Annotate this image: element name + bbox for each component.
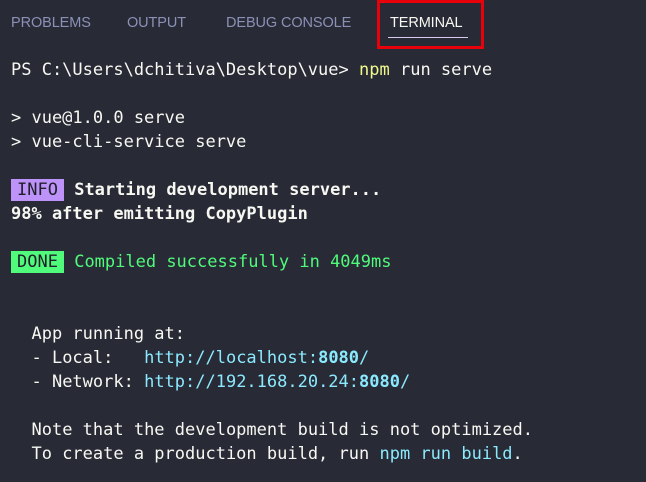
done-text: Compiled successfully in 4049ms	[74, 252, 392, 272]
info-line: INFO Starting development server...	[11, 178, 641, 202]
network-port: 8080	[359, 372, 400, 392]
local-url-suffix: /	[359, 348, 370, 368]
local-label: - Local:	[31, 348, 145, 368]
tab-output[interactable]: OUTPUT	[127, 15, 186, 31]
terminal-output[interactable]: PS C:\Users\dchitiva\Desktop\vue> npm ru…	[11, 58, 641, 466]
tab-terminal[interactable]: TERMINAL	[390, 15, 463, 31]
network-url-suffix: /	[399, 372, 411, 392]
shell-prompt: PS C:\Users\dchitiva\Desktop\vue>	[11, 60, 349, 80]
command-line: PS C:\Users\dchitiva\Desktop\vue> npm ru…	[11, 58, 641, 82]
done-line: DONE Compiled successfully in 4049ms	[11, 250, 641, 274]
active-tab-indicator	[388, 37, 468, 38]
build-command: npm run build	[379, 444, 513, 464]
app-running-line: App running at:	[11, 322, 641, 346]
note-line: To create a production build, run npm ru…	[11, 442, 641, 466]
note-text-2-suffix: .	[512, 444, 523, 464]
local-url[interactable]: http://localhost:8080/	[144, 348, 369, 368]
panel-tab-bar: PROBLEMS OUTPUT DEBUG CONSOLE TERMINAL	[0, 0, 646, 50]
info-badge: INFO	[11, 179, 64, 201]
note-line: Note that the development build is not o…	[11, 418, 641, 442]
local-url-prefix: http://localhost:	[144, 348, 319, 368]
network-label: - Network:	[31, 372, 145, 392]
command-args: run serve	[399, 60, 493, 80]
network-url-prefix: http://192.168.20.24:	[144, 372, 360, 392]
tab-problems[interactable]: PROBLEMS	[11, 15, 91, 31]
note-text-1: Note that the development build is not o…	[31, 420, 533, 440]
app-running-text: App running at:	[31, 324, 186, 344]
info-text: Starting development server...	[74, 180, 382, 200]
network-url[interactable]: http://192.168.20.24:8080/	[144, 372, 410, 392]
tab-debug-console[interactable]: DEBUG CONSOLE	[226, 15, 351, 31]
local-url-line: - Local: http://localhost:8080/	[11, 346, 641, 370]
progress-line: 98% after emitting CopyPlugin	[11, 204, 308, 224]
command-binary: npm	[359, 60, 390, 80]
local-port: 8080	[318, 348, 360, 368]
script-line: > vue-cli-service serve	[11, 132, 247, 152]
network-url-line: - Network: http://192.168.20.24:8080/	[11, 370, 641, 394]
script-line: > vue@1.0.0 serve	[11, 108, 185, 128]
done-badge: DONE	[11, 251, 64, 273]
note-text-2-prefix: To create a production build, run	[31, 444, 380, 464]
